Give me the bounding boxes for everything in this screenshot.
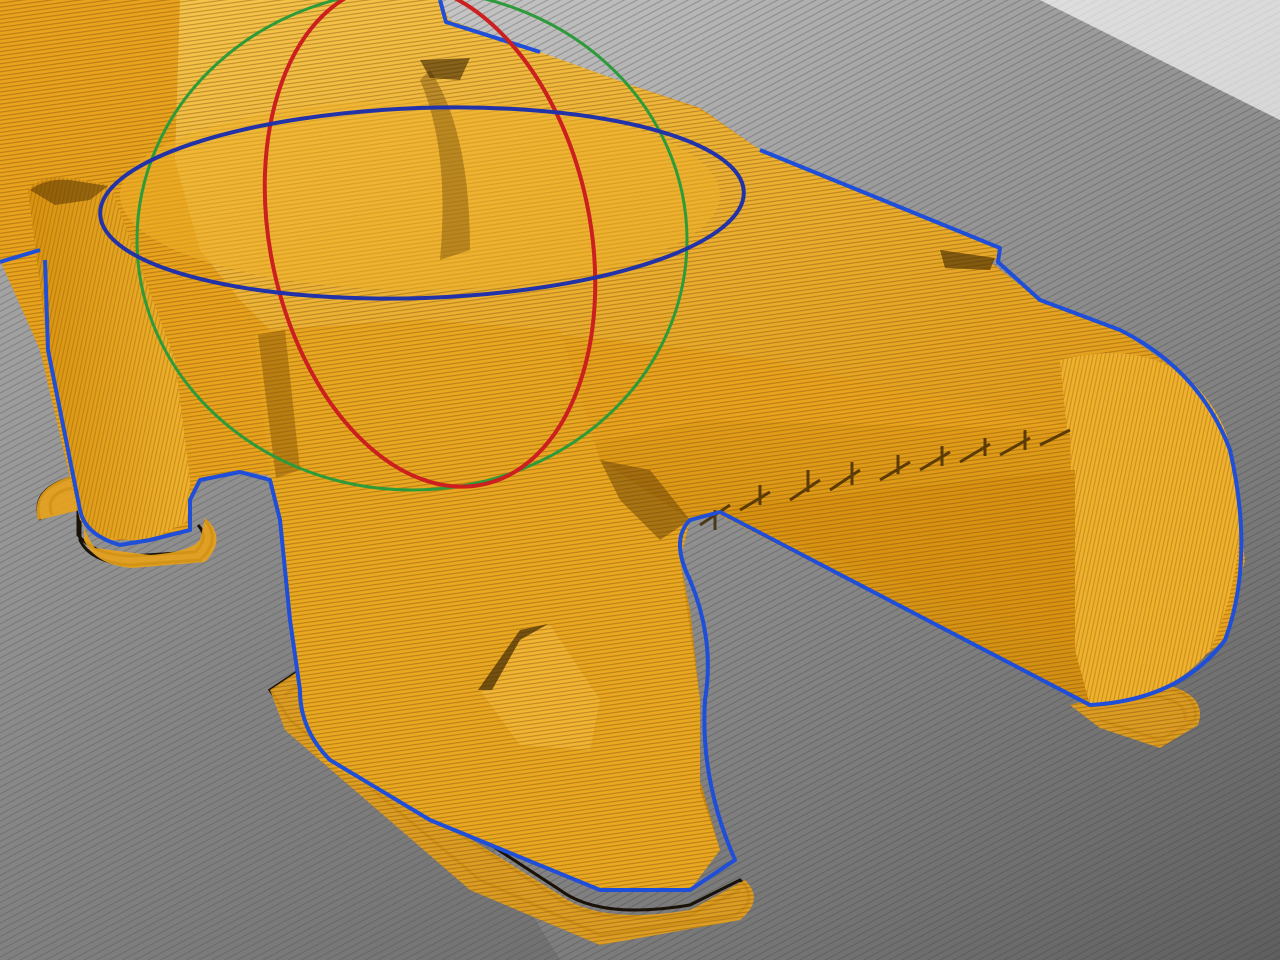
- scene-canvas[interactable]: [0, 0, 1280, 960]
- 3d-viewport[interactable]: [0, 0, 1280, 960]
